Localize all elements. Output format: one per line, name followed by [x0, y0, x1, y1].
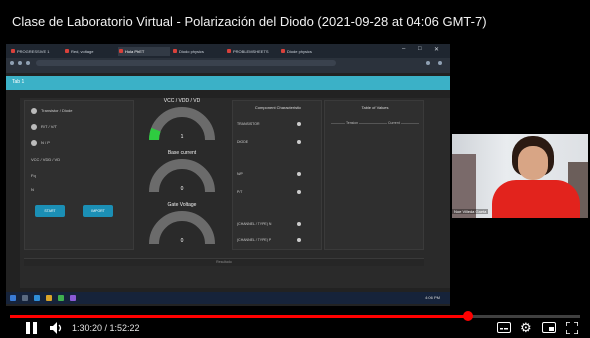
- component-row[interactable]: DIODE: [237, 139, 319, 145]
- gauge-title: Base current: [167, 150, 197, 156]
- values-table-panel: Table of Values Tension Current: [324, 100, 424, 250]
- back-icon[interactable]: [10, 61, 14, 65]
- gauge-value: 1: [180, 134, 184, 140]
- app-body: Transistor / Diode R/T / V/T N / P VCC /…: [20, 98, 450, 288]
- radio-icon: [297, 222, 301, 226]
- webcam-name-label: Noe Villeda Gaeta: [452, 209, 489, 214]
- favicon-icon: [173, 49, 177, 53]
- time-display: 1:30:20 / 1:52:22: [72, 323, 140, 333]
- gauge-value: 0: [180, 238, 184, 244]
- component-row[interactable]: (CHANNEL / TYPE) N: [237, 221, 319, 227]
- settings-gear-icon[interactable]: ⚙: [520, 321, 532, 334]
- component-row[interactable]: TRANSISTOR: [237, 121, 319, 127]
- radio-transistor-diode[interactable]: Transistor / Diode: [31, 107, 72, 115]
- app-header: Tab 1: [6, 76, 450, 90]
- webcam-feed: [452, 134, 588, 218]
- n-label: N: [31, 187, 34, 192]
- browser-icon[interactable]: [58, 295, 64, 301]
- browser-tab[interactable]: Diodo physics: [172, 47, 224, 56]
- start-button[interactable]: START: [35, 205, 65, 217]
- favicon-icon: [281, 49, 285, 53]
- results-label: Resultado: [216, 260, 232, 264]
- browser-tab-bar: PROGRESSIVE 1 Red, voltage Hola PhET Dio…: [6, 44, 450, 58]
- column-header: Current: [387, 121, 401, 125]
- fullscreen-icon[interactable]: [566, 322, 578, 334]
- video-title: Clase de Laboratorio Virtual - Polarizac…: [12, 14, 487, 29]
- radio-icon: [297, 172, 301, 176]
- table-title: Table of Values: [361, 105, 389, 110]
- radio-rt-vt[interactable]: R/T / V/T: [31, 123, 57, 131]
- gauge-title: Gate Voltage: [167, 202, 197, 208]
- gauges-panel: VCC / VDD / VD 1 Base current 0 Gate Vol…: [136, 98, 228, 254]
- start-menu-icon[interactable]: [10, 295, 16, 301]
- minimize-icon[interactable]: –: [402, 46, 405, 52]
- pause-icon: [26, 322, 30, 334]
- taskbar-app-icon[interactable]: [34, 295, 40, 301]
- favicon-icon: [11, 49, 15, 53]
- browser-tab-active[interactable]: Hola PhET: [118, 47, 170, 56]
- pause-button[interactable]: [24, 322, 38, 334]
- video-player[interactable]: Clase de Laboratorio Virtual - Polarizac…: [0, 0, 590, 338]
- folder-icon[interactable]: [46, 295, 52, 301]
- component-panel: Component Characteristic TRANSISTOR DIOD…: [232, 100, 322, 250]
- app-tab-label[interactable]: Tab 1: [12, 79, 24, 85]
- component-row[interactable]: P/T: [237, 189, 319, 195]
- component-row[interactable]: N/P: [237, 171, 319, 177]
- bookmarks-bar: [6, 68, 450, 73]
- os-taskbar: 4:06 PM: [6, 292, 450, 304]
- extension-icon[interactable]: [426, 61, 430, 65]
- browser-tab[interactable]: PROGRESSIVE 1: [10, 47, 62, 56]
- radio-icon: [297, 238, 301, 242]
- favicon-icon: [119, 49, 123, 53]
- browser-tab[interactable]: PROBLEMSHEETS: [226, 47, 278, 56]
- results-bar: Resultado: [24, 258, 424, 266]
- radio-np[interactable]: N / P: [31, 139, 50, 147]
- favicon-icon: [227, 49, 231, 53]
- radio-icon: [297, 190, 301, 194]
- browser-tab[interactable]: Red, voltage: [64, 47, 116, 56]
- gauge-title: VCC / VDD / VD: [163, 98, 201, 104]
- address-bar: [6, 58, 450, 68]
- favicon-icon: [65, 49, 69, 53]
- screen-share: PROGRESSIVE 1 Red, voltage Hola PhET Dio…: [6, 44, 450, 306]
- forward-icon[interactable]: [18, 61, 22, 65]
- close-icon[interactable]: ✕: [434, 46, 439, 53]
- component-panel-title: Component Characteristic: [254, 105, 302, 110]
- browser-tab[interactable]: Diode physics: [280, 47, 332, 56]
- vcc-field-label: VCC / VDD / VD: [31, 157, 61, 162]
- fq-label: Fq: [31, 173, 36, 178]
- controls-panel: Transistor / Diode R/T / V/T N / P VCC /…: [24, 100, 134, 250]
- column-header: Tension: [345, 121, 360, 125]
- presenter-face: [518, 146, 548, 180]
- search-icon[interactable]: [22, 295, 28, 301]
- radio-icon: [297, 122, 301, 126]
- component-row[interactable]: (CHANNEL / TYPE) P: [237, 237, 319, 243]
- taskbar-clock: 4:06 PM: [425, 295, 440, 300]
- radio-icon: [31, 124, 37, 130]
- progress-bar[interactable]: [10, 315, 580, 318]
- radio-icon: [31, 108, 37, 114]
- reload-icon[interactable]: [26, 61, 30, 65]
- subtitles-icon[interactable]: [497, 322, 511, 333]
- maximize-icon[interactable]: □: [418, 46, 422, 52]
- menu-icon[interactable]: [438, 61, 442, 65]
- progress-fill: [10, 315, 468, 318]
- volume-icon[interactable]: [50, 322, 64, 334]
- url-input[interactable]: [36, 60, 336, 66]
- radio-icon: [31, 140, 37, 146]
- gauge-value: 0: [180, 186, 184, 192]
- table-header-row: Tension Current: [331, 121, 419, 125]
- radio-icon: [297, 140, 301, 144]
- miniplayer-icon[interactable]: [542, 322, 556, 333]
- progress-scrubber[interactable]: [462, 311, 473, 321]
- import-button[interactable]: IMPORT: [83, 205, 113, 217]
- taskbar-app-icon[interactable]: [70, 295, 76, 301]
